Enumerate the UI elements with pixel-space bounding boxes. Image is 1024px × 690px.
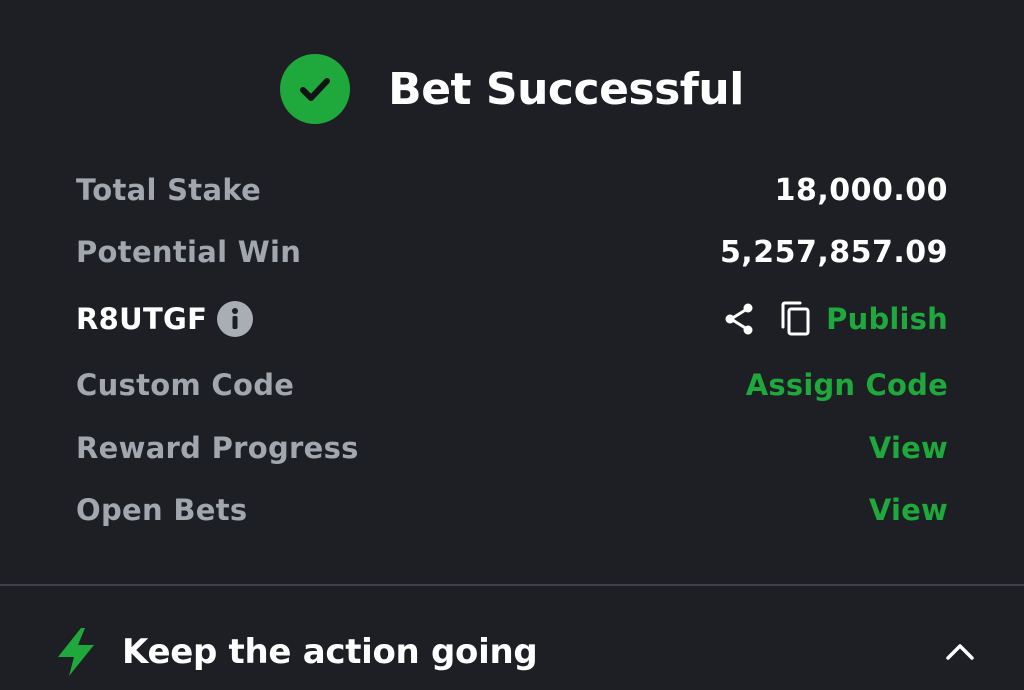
chevron-up-icon[interactable] [942,634,978,670]
total-stake-value: 18,000.00 [774,172,948,208]
reward-progress-row: Reward Progress View [76,428,948,468]
info-icon[interactable] [217,301,254,337]
booking-code: R8UTGF [76,301,254,337]
custom-code-label: Custom Code [76,368,295,402]
reward-progress-view-link[interactable]: View [869,431,948,465]
open-bets-row: Open Bets View [76,490,948,530]
publish-link[interactable]: Publish [826,302,948,336]
total-stake-label: Total Stake [76,173,262,207]
share-icon[interactable] [720,299,758,339]
keep-action-going-header: Keep the action going [54,627,538,677]
booking-actions: Publish [720,299,948,339]
potential-win-value: 5,257,857.09 [719,234,948,270]
open-bets-view-link[interactable]: View [869,493,948,527]
reward-progress-label: Reward Progress [76,431,359,465]
page-title: Bet Successful [388,63,744,115]
custom-code-row: Custom Code Assign Code [76,365,948,405]
potential-win-row: Potential Win 5,257,857.09 [76,232,948,272]
check-circle-icon [280,54,351,124]
success-header: Bet Successful [0,53,1024,125]
open-bets-label: Open Bets [76,493,248,527]
booking-code-text: R8UTGF [76,302,208,336]
section-divider [0,584,1024,586]
total-stake-row: Total Stake 18,000.00 [76,170,948,210]
assign-code-link[interactable]: Assign Code [746,368,948,402]
lightning-bolt-icon [58,628,94,676]
potential-win-label: Potential Win [76,235,302,269]
keep-action-going-title: Keep the action going [122,632,538,672]
keep-action-going-section[interactable]: Keep the action going [54,626,978,678]
booking-code-row: R8UTGF Publish [76,299,948,339]
copy-icon[interactable] [776,299,814,339]
bet-confirmation-panel: Bet Successful Total Stake 18,000.00 Pot… [0,0,1024,690]
